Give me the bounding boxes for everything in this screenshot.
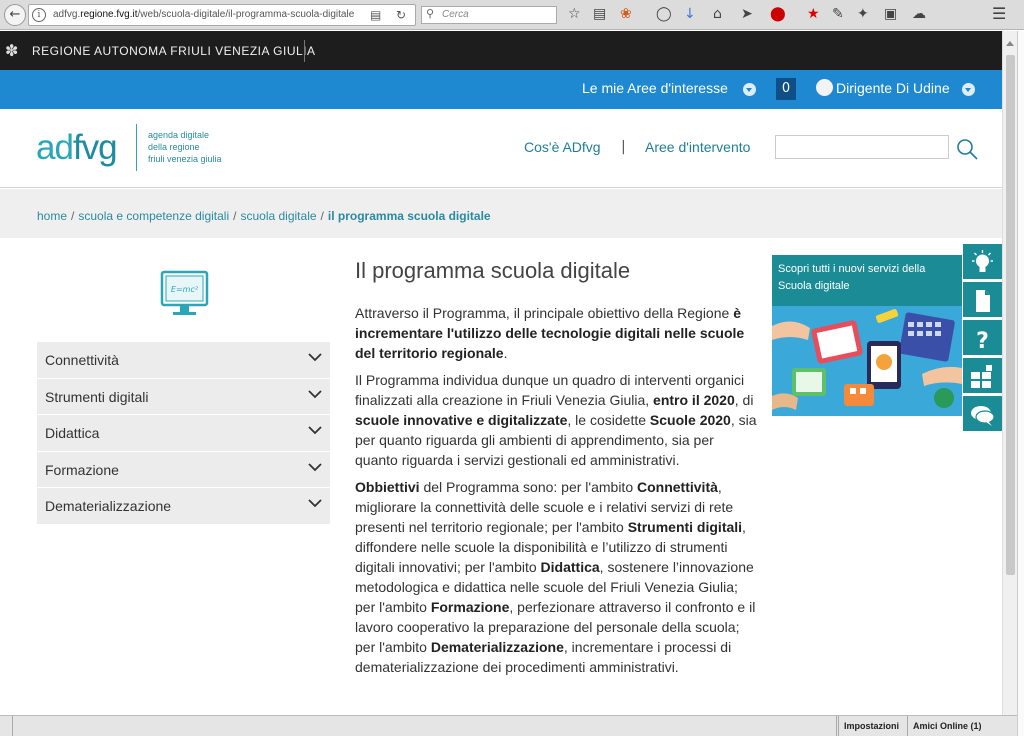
user-menu[interactable]: Dirigente Di Udine — [836, 80, 950, 96]
site-header: adfvg agenda digitale della regione friu… — [0, 109, 1002, 188]
search-icon: ⚲ — [426, 7, 435, 20]
pocket-icon[interactable]: ◯ — [656, 6, 672, 22]
sidebar-item-formazione[interactable]: Formazione — [37, 451, 330, 488]
lightbulb-icon — [972, 250, 993, 272]
article-paragraph: Obbiettivi del Programma sono: per l'amb… — [355, 479, 756, 675]
search-placeholder: Cerca — [442, 9, 469, 20]
nav-separator: | — [621, 139, 626, 155]
reader-view-icon[interactable]: ▤ — [370, 8, 381, 22]
breadcrumb-separator: / — [233, 209, 237, 223]
bookmark-star-icon[interactable]: ☆ — [568, 6, 581, 22]
logo-tagline: agenda digitale della regione friuli ven… — [148, 130, 222, 164]
svg-text:E=mc²: E=mc² — [171, 285, 199, 294]
user-avatar[interactable] — [816, 79, 833, 96]
services-icon — [971, 365, 992, 388]
browser-search-input[interactable]: ⚲ Cerca — [421, 6, 557, 24]
promo-banner[interactable]: Scopri tutti i nuovi servizi della Scuol… — [772, 255, 962, 416]
sidebar-item-didattica[interactable]: Didattica — [37, 415, 330, 452]
sidebar-item-strumenti-digitali[interactable]: Strumenti digitali — [37, 378, 330, 415]
side-panel-edge — [1017, 31, 1024, 736]
aree-interesse-dropdown[interactable]: Le mie Aree d'interesse — [582, 80, 728, 96]
send-icon[interactable]: ➤ — [741, 6, 753, 22]
computer-monitor-icon: E=mc² — [160, 270, 209, 315]
breadcrumb-separator: / — [320, 209, 324, 223]
chevron-down-icon — [308, 389, 322, 398]
adblock-icon[interactable]: ⬤ — [770, 6, 786, 22]
site-info-icon[interactable]: i — [32, 8, 46, 22]
favorite-star-icon[interactable]: ★ — [807, 6, 820, 22]
site-search-input[interactable] — [775, 135, 949, 159]
addon-icon-4[interactable]: ☁ — [912, 6, 926, 22]
document-icon — [976, 290, 990, 312]
chevron-down-icon — [308, 426, 322, 435]
url-text: adfvg.regione.fvg.it/web/scuola-digitale… — [53, 9, 355, 20]
article-paragraph: Attraverso il Programma, il principale o… — [355, 305, 745, 361]
help-button[interactable]: ? — [963, 320, 1002, 358]
nav-cos-e-adfvg[interactable]: Cos'è ADfvg — [524, 139, 601, 155]
lightbulb-button[interactable] — [963, 244, 1002, 282]
chat-button[interactable] — [963, 396, 1002, 434]
bookmarks-list-icon[interactable]: ▤ — [593, 6, 606, 22]
chevron-down-icon — [308, 462, 322, 471]
page-title: Il programma scuola digitale — [355, 258, 631, 283]
breadcrumb: home / scuola e competenze digitali / scuola… — [0, 189, 1002, 238]
region-name-link[interactable]: REGIONE AUTONOMA FRIULI VENEZIA GIULIA — [32, 44, 316, 58]
sidebar-item-label: Connettività — [45, 352, 119, 368]
chevron-down-icon[interactable] — [743, 83, 756, 96]
sidebar-item-label: Formazione — [45, 461, 119, 478]
menu-icon[interactable]: ☰ — [992, 6, 1006, 22]
reload-icon[interactable]: ↻ — [396, 8, 406, 22]
settings-button[interactable]: Impostazioni — [838, 716, 904, 736]
document-button[interactable] — [963, 282, 1002, 320]
digital-devices-illustration — [772, 306, 962, 416]
breadcrumb-scuola-digitale[interactable]: scuola digitale — [240, 209, 316, 223]
sidebar-item-label: Didattica — [45, 425, 100, 441]
sidebar-item-label: Strumenti digitali — [45, 388, 149, 405]
breadcrumb-home[interactable]: home — [37, 209, 67, 223]
article-paragraph: Il Programma individua dunque un quadro … — [355, 372, 757, 468]
friends-online-button[interactable]: Amici Online (1) — [907, 716, 987, 736]
addon-icon-2[interactable]: ✎ — [832, 6, 844, 22]
user-bar: Le mie Aree d'interesse 0 Dirigente Di U… — [0, 70, 1002, 109]
clipboard-icon[interactable]: ▣ — [884, 6, 897, 22]
article-body: Attraverso il Programma, il principale o… — [355, 303, 760, 684]
chevron-down-icon — [308, 353, 322, 362]
page-scrollbar[interactable] — [1002, 31, 1017, 715]
scroll-up-arrow-icon[interactable] — [1006, 41, 1014, 46]
question-icon: ? — [976, 329, 989, 352]
addon-icon-3[interactable]: ✦ — [857, 6, 869, 22]
status-bar-area — [12, 716, 837, 736]
promo-text: Scopri tutti i nuovi servizi della Scuol… — [778, 263, 926, 292]
back-button[interactable]: ← — [4, 4, 26, 26]
addon-icon[interactable]: ❀ — [620, 6, 632, 22]
svg-text:?: ? — [976, 329, 989, 352]
scroll-thumb[interactable] — [1006, 55, 1015, 575]
sidebar-item-dematerializzazione[interactable]: Dematerializzazione — [37, 488, 330, 525]
breadcrumb-separator: / — [71, 209, 75, 223]
chevron-down-icon — [308, 499, 322, 508]
site-logo[interactable]: adfvg — [36, 128, 118, 168]
breadcrumb-current[interactable]: il programma scuola digitale — [328, 209, 491, 223]
chevron-down-icon[interactable] — [962, 83, 975, 96]
side-icon-bar: ? — [963, 244, 1002, 434]
address-bar[interactable]: i adfvg.regione.fvg.it/web/scuola-digita… — [28, 4, 416, 26]
breadcrumb-scuola-competenze[interactable]: scuola e competenze digitali — [78, 209, 229, 223]
region-eagle-icon[interactable]: ✽ — [5, 41, 18, 60]
browser-toolbar: ← i adfvg.regione.fvg.it/web/scuola-digi… — [0, 0, 1024, 30]
sidebar-item-connettivita[interactable]: Connettività — [37, 342, 330, 379]
search-icon[interactable] — [956, 138, 978, 160]
download-icon[interactable]: ↓ — [684, 6, 696, 22]
region-bar: ✽ REGIONE AUTONOMA FRIULI VENEZIA GIULIA — [0, 31, 1002, 70]
home-icon[interactable]: ⌂ — [713, 6, 722, 22]
nav-aree-intervento[interactable]: Aree d'intervento — [645, 139, 750, 155]
logo-divider — [136, 124, 137, 171]
status-bar: Impostazioni Amici Online (1) — [0, 715, 1017, 736]
services-button[interactable] — [963, 358, 1002, 396]
chat-icon — [971, 406, 995, 426]
divider — [304, 40, 305, 62]
sidebar-accordion: Connettività Strumenti digitali Didattic… — [37, 342, 330, 525]
sidebar-item-label: Dematerializzazione — [45, 498, 172, 514]
count-badge[interactable]: 0 — [776, 78, 796, 100]
